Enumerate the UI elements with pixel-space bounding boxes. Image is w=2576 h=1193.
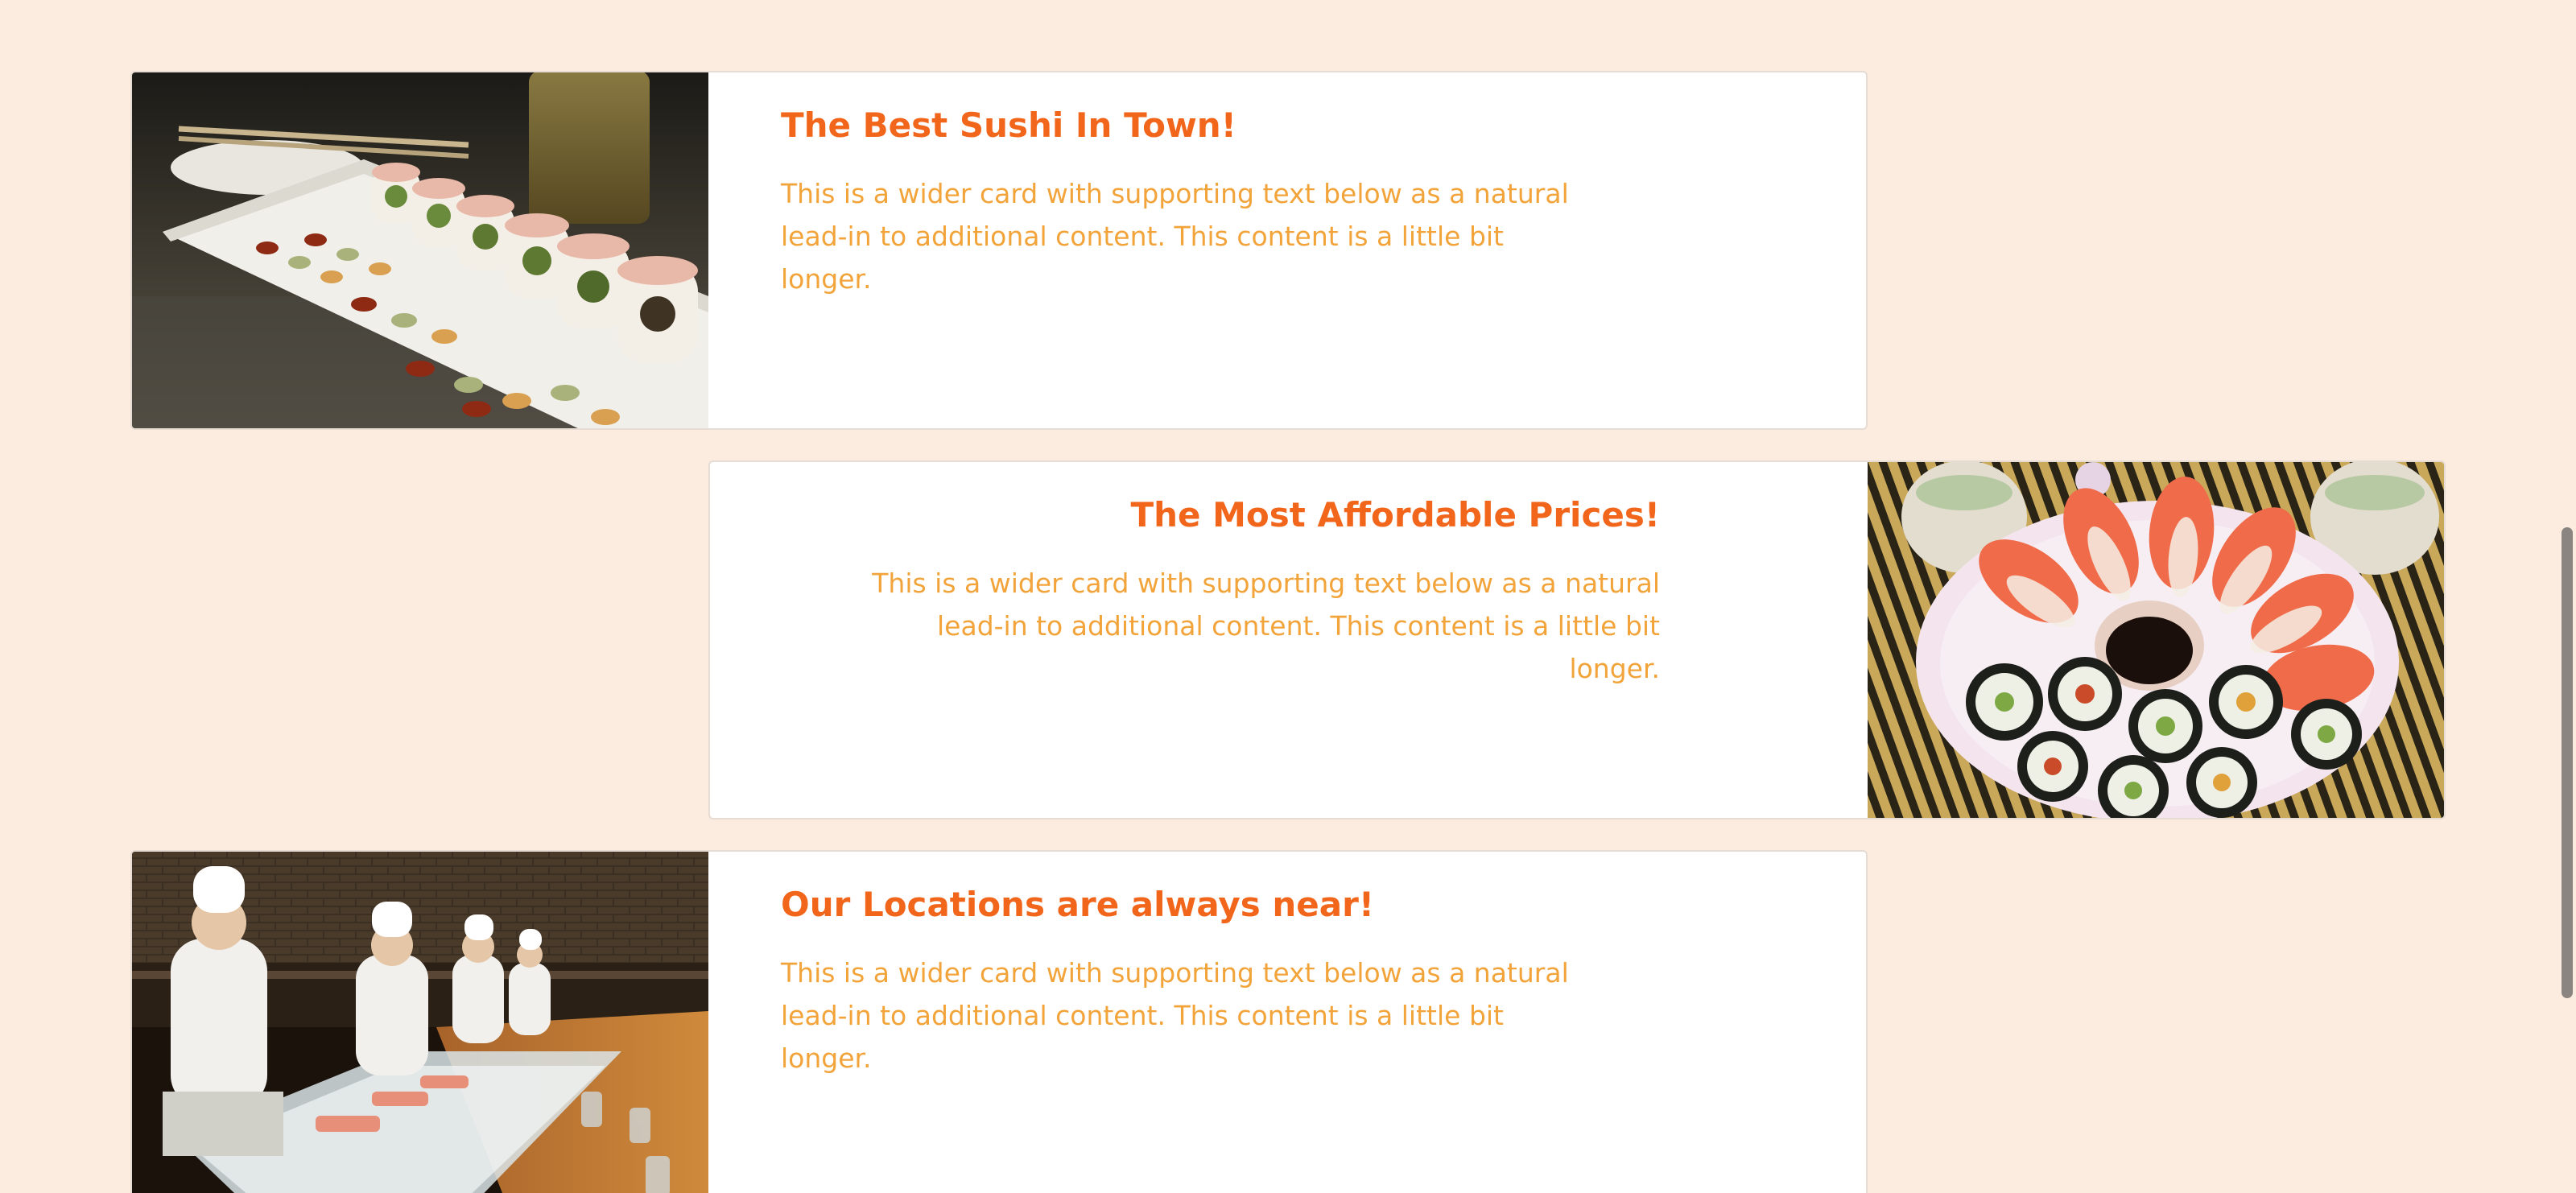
sushi-roll-platter-photo [132,72,708,428]
feature-card-best-sushi: The Best Sushi In Town! This is a wider … [130,71,1868,430]
feature-card-affordable-prices: The Most Affordable Prices! This is a wi… [708,460,2446,819]
card-text: This is a wider card with supporting tex… [872,568,1660,684]
page: The Best Sushi In Town! This is a wider … [0,0,2576,1193]
page-scrollbar[interactable] [2558,0,2576,1193]
nigiri-and-maki-plate-photo [1868,462,2444,818]
sushi-chefs-counter-photo [132,852,708,1193]
card-text: This is a wider card with supporting tex… [781,178,1569,295]
card-body: The Most Affordable Prices! This is a wi… [774,462,1660,690]
scrollbar-thumb[interactable] [2562,527,2573,998]
card-title: Our Locations are always near! [781,885,1374,924]
card-body: Our Locations are always near! This is a… [781,852,1731,1079]
card-title: The Best Sushi In Town! [781,105,1236,145]
feature-card-locations: Our Locations are always near! This is a… [130,850,1868,1193]
card-title: The Most Affordable Prices! [1130,495,1660,535]
card-body: The Best Sushi In Town! This is a wider … [781,72,1731,300]
card-text: This is a wider card with supporting tex… [781,957,1569,1074]
